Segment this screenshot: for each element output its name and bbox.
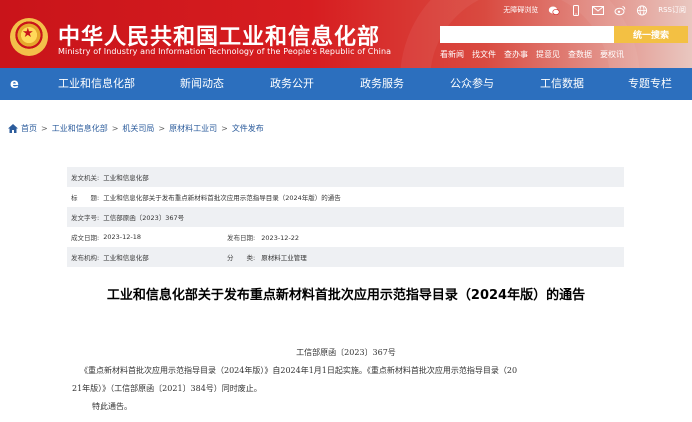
nav-item-news[interactable]: 新闻动态	[180, 68, 224, 100]
globe-icon[interactable]	[636, 4, 648, 16]
nav-item-miit[interactable]: 工业和信息化部	[58, 68, 135, 100]
info-row-doc-no: 发文字号: 工信部原函〔2023〕367号	[67, 207, 624, 227]
quick-link-data[interactable]: 查数据	[568, 49, 592, 60]
created-label: 成文日期:	[71, 234, 100, 242]
e-logo-icon[interactable]: e	[10, 77, 19, 92]
info-row-org: 发布机构: 工业和信息化部 分 类: 原材料工业管理	[67, 247, 624, 267]
home-icon	[8, 123, 18, 133]
site-subtitle: Ministry of Industry and Information Tec…	[58, 47, 392, 56]
category-label: 分 类:	[227, 254, 256, 262]
quick-link-info[interactable]: 要权讯	[600, 49, 624, 60]
issuer-value: 工业和信息化部	[103, 174, 149, 182]
org-label: 发布机构:	[71, 254, 100, 262]
nav-item-gov-affairs[interactable]: 政务公开	[270, 68, 314, 100]
doc-no-label: 发文字号:	[71, 214, 100, 222]
published-label: 发布日期:	[227, 234, 256, 242]
info-row-issuer: 发文机关: 工业和信息化部	[67, 167, 624, 187]
document-info-table: 发文机关: 工业和信息化部 标 题: 工业和信息化部关于发布重点新材料首批次应用…	[67, 167, 624, 267]
nav-item-data[interactable]: 工信数据	[540, 68, 584, 100]
breadcrumb: 首页 > 工业和信息化部 > 机关司局 > 原材料工业司 > 文件发布	[8, 122, 264, 134]
article-paragraph-line: 21年版）》（工信部原函〔2021〕384号）同时废止。	[72, 384, 262, 393]
search-input[interactable]	[440, 26, 614, 43]
weibo-icon[interactable]	[614, 5, 626, 16]
category-group: 分 类: 原材料工业管理	[227, 252, 307, 262]
info-row-title: 标 题: 工业和信息化部关于发布重点新材料首批次应用示范指导目录（2024年版）…	[67, 187, 624, 207]
title-label: 标 题:	[71, 194, 100, 202]
rss-link[interactable]: RSS订阅	[658, 5, 686, 15]
quick-link-services[interactable]: 查办事	[504, 49, 528, 60]
issuer-label: 发文机关:	[71, 174, 100, 182]
breadcrumb-documents[interactable]: 文件发布	[232, 123, 264, 134]
article-closing: 特此通告。	[92, 402, 132, 411]
breadcrumb-separator: >	[221, 123, 228, 133]
breadcrumb-separator: >	[158, 123, 166, 133]
breadcrumb-departments[interactable]: 机关司局	[122, 123, 154, 134]
info-row-dates: 成文日期: 2023-12-18 发布日期: 2023-12-22	[67, 227, 624, 247]
wechat-icon[interactable]	[548, 5, 560, 16]
breadcrumb-home[interactable]: 首页	[21, 123, 37, 134]
quick-links: 看新闻 找文件 查办事 提意见 查数据 要权讯	[440, 49, 624, 60]
article-paragraph-line: 《重点新材料首批次应用示范指导目录（2024年版）》自2024年1月1日起实施。…	[80, 366, 518, 375]
breadcrumb-raw-materials[interactable]: 原材料工业司	[169, 123, 217, 134]
breadcrumb-miit[interactable]: 工业和信息化部	[52, 123, 108, 134]
quick-link-files[interactable]: 找文件	[472, 49, 496, 60]
org-value: 工业和信息化部	[103, 254, 149, 262]
quick-link-feedback[interactable]: 提意见	[536, 49, 560, 60]
main-nav: e 工业和信息化部 新闻动态 政务公开 政务服务 公众参与 工信数据 专题专栏	[0, 68, 692, 100]
title-value: 工业和信息化部关于发布重点新材料首批次应用示范指导目录（2024年版）的通告	[103, 194, 341, 202]
nav-item-services[interactable]: 政务服务	[360, 68, 404, 100]
accessibility-link[interactable]: 无障碍浏览	[503, 5, 538, 15]
mail-icon[interactable]	[592, 5, 605, 16]
star-icon: ★	[22, 26, 34, 41]
published-group: 发布日期: 2023-12-22	[227, 232, 299, 242]
mobile-phone-icon[interactable]	[570, 4, 582, 16]
doc-no-value: 工信部原函〔2023〕367号	[103, 214, 185, 222]
site-header: ★ 中华人民共和国工业和信息化部 Ministry of Industry an…	[0, 0, 692, 68]
breadcrumb-separator: >	[111, 123, 119, 133]
breadcrumb-separator: >	[41, 123, 48, 133]
article-doc-number: 工信部原函〔2023〕367号	[296, 348, 396, 357]
category-value: 原材料工业管理	[261, 254, 307, 262]
top-links: 无障碍浏览 RSS订阅	[503, 3, 686, 17]
search-button[interactable]: 统一搜索	[614, 26, 688, 43]
published-value: 2023-12-22	[261, 234, 300, 242]
national-emblem-icon[interactable]: ★	[10, 18, 48, 56]
nav-item-participation[interactable]: 公众参与	[450, 68, 494, 100]
article-title: 工业和信息化部关于发布重点新材料首批次应用示范指导目录（2024年版）的通告	[106, 288, 586, 303]
nav-item-topics[interactable]: 专题专栏	[628, 68, 672, 100]
created-value: 2023-12-18	[103, 233, 141, 241]
quick-link-news[interactable]: 看新闻	[440, 49, 464, 60]
